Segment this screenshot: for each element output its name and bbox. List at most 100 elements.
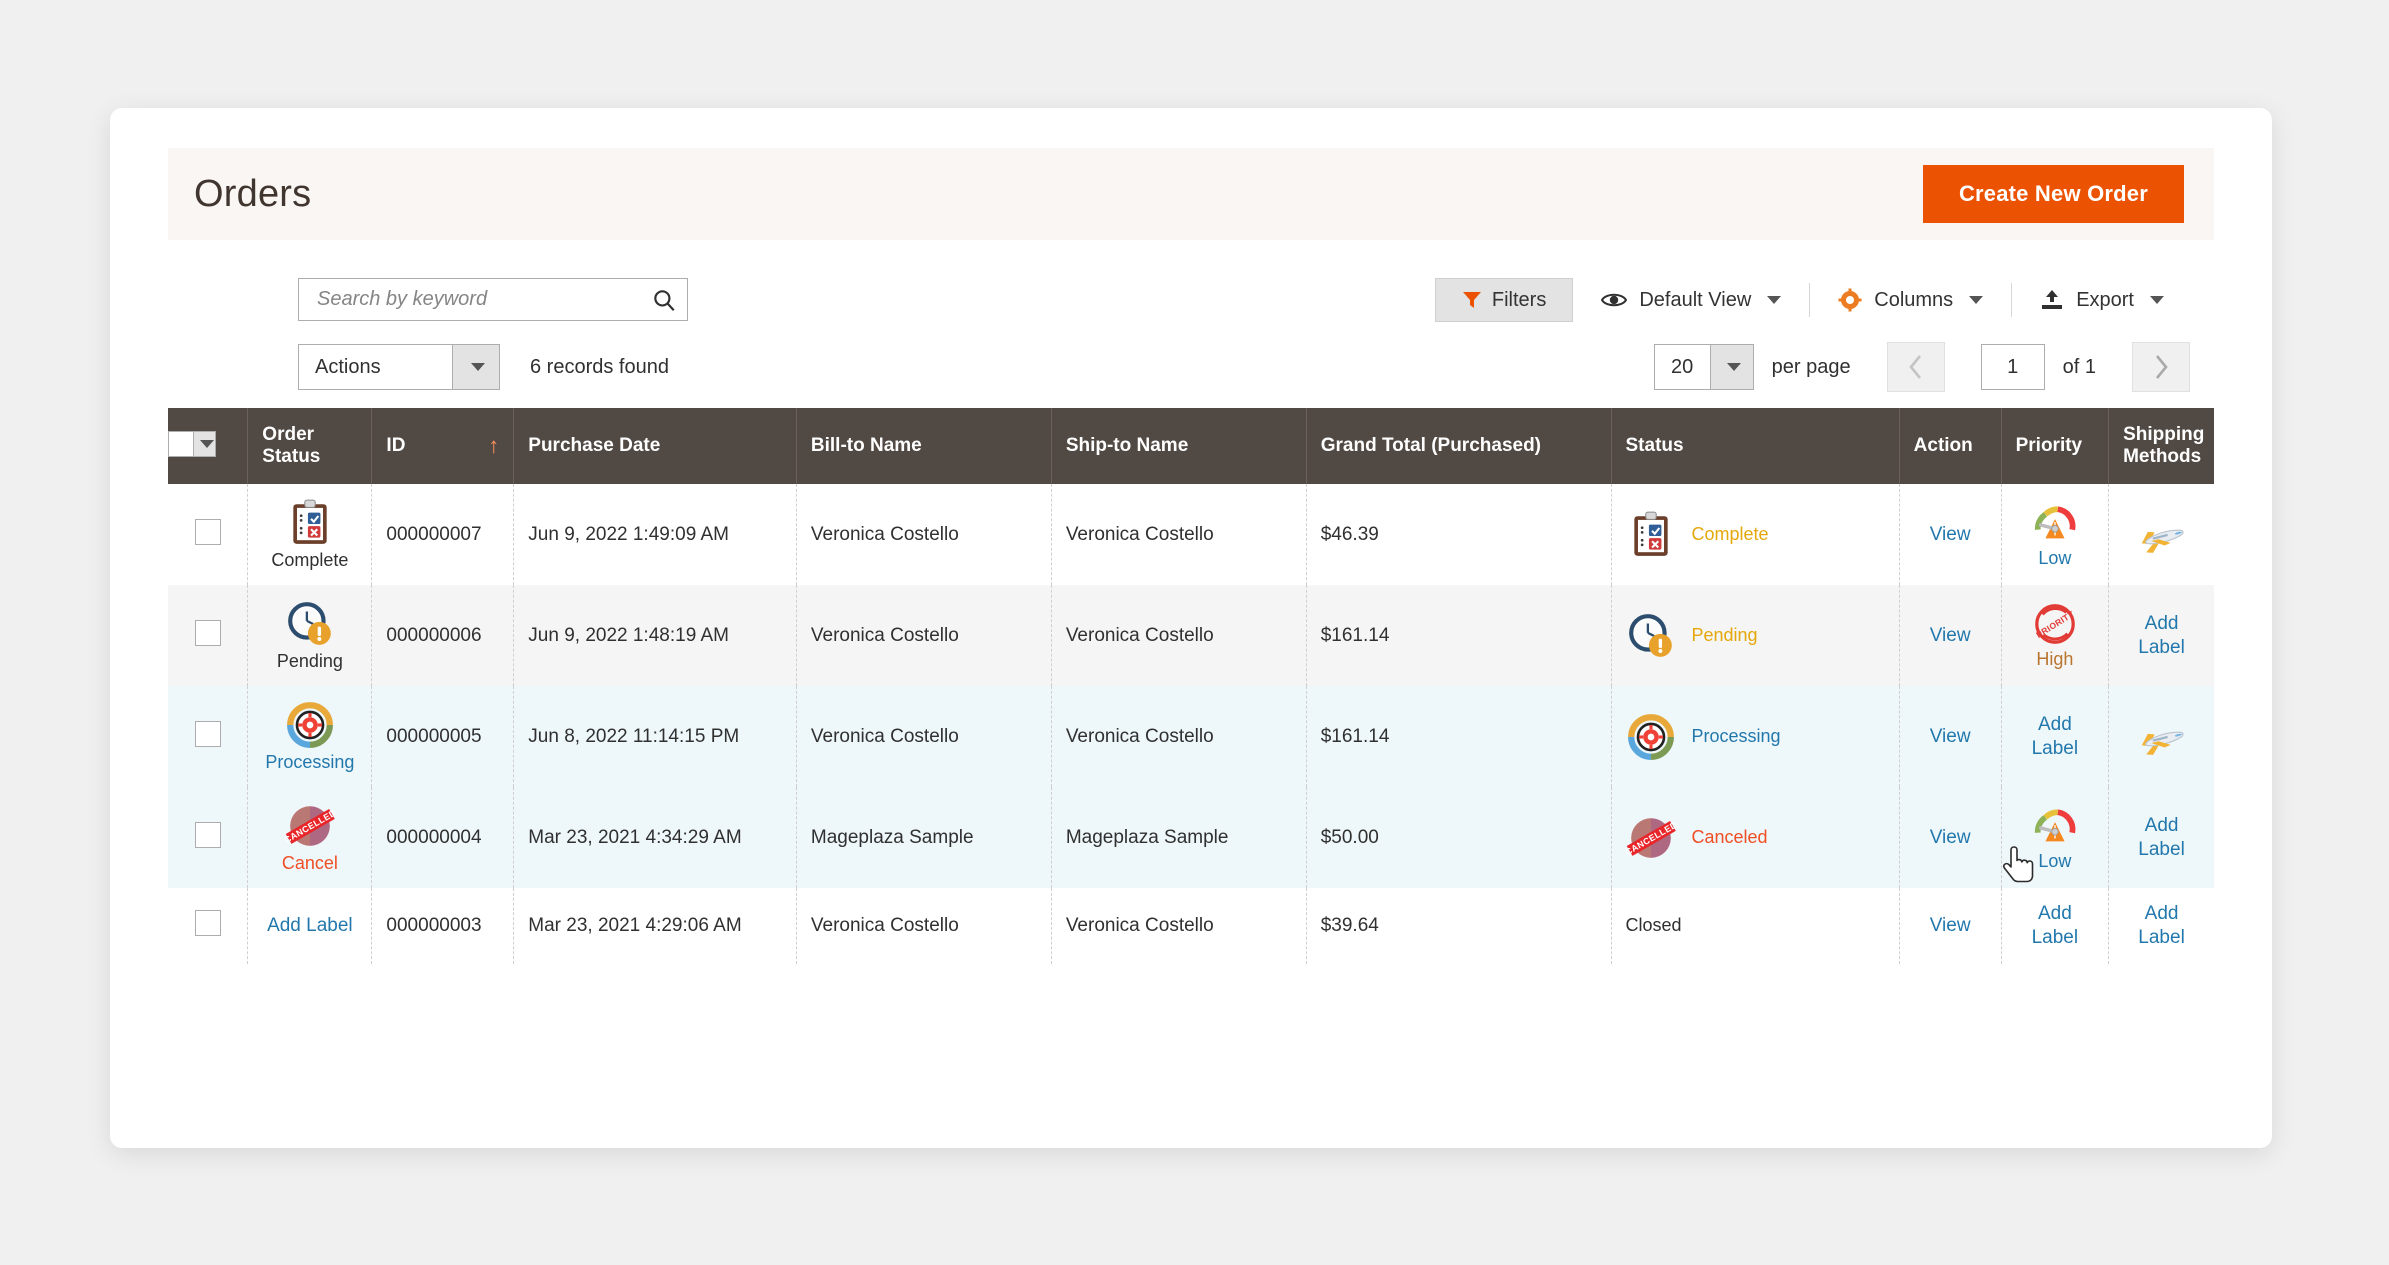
column-header-shipping-methods[interactable]: Shipping Methods: [2108, 408, 2214, 484]
view-link[interactable]: View: [1930, 915, 1971, 936]
add-label-link[interactable]: Add Label: [2123, 814, 2200, 862]
table-row[interactable]: CANCELLED Cancel 000000004 Mar 23, 2021 4:3…: [168, 787, 2214, 888]
priority-label: Low: [2038, 548, 2072, 568]
row-select-cell[interactable]: [168, 484, 249, 585]
cell-ship-to-name: Veronica Costello: [1051, 484, 1307, 585]
row-select-cell[interactable]: [168, 686, 249, 787]
cell-bill-to-name: Veronica Costello: [796, 888, 1052, 964]
cell-order-status[interactable]: Processing: [247, 686, 373, 787]
view-link[interactable]: View: [1930, 524, 1971, 545]
cell-shipping-methods[interactable]: [2108, 686, 2214, 787]
page-number-input[interactable]: [1980, 344, 2045, 390]
status-label: Complete: [1691, 524, 1769, 544]
cell-status: Closed: [1611, 888, 1900, 964]
cell-action[interactable]: View: [1899, 484, 2002, 585]
column-header-purchase-date[interactable]: Purchase Date: [513, 408, 797, 484]
cell-action[interactable]: View: [1899, 585, 2002, 686]
filters-button[interactable]: Filters: [1434, 278, 1574, 322]
view-link[interactable]: View: [1930, 625, 1971, 646]
view-link[interactable]: View: [1930, 726, 1971, 747]
column-header-status[interactable]: Status: [1611, 408, 1900, 484]
column-header-bill-to-name[interactable]: Bill-to Name: [796, 408, 1052, 484]
page-total-label: of 1: [2062, 355, 2096, 378]
cell-id: 000000007: [371, 484, 515, 585]
per-page-arrow[interactable]: [1709, 345, 1753, 389]
clock-alert-icon: [287, 602, 331, 645]
row-checkbox[interactable]: [194, 518, 221, 545]
search-icon[interactable]: [651, 287, 677, 313]
row-checkbox[interactable]: [194, 619, 221, 646]
row-select-cell[interactable]: [168, 585, 249, 686]
cell-shipping-methods[interactable]: Add Label: [2108, 888, 2214, 964]
actions-select[interactable]: Actions: [298, 344, 500, 390]
cell-order-status[interactable]: Pending: [247, 585, 373, 686]
cell-action[interactable]: View: [1899, 888, 2002, 964]
cell-priority[interactable]: Low: [2001, 484, 2110, 585]
add-label-link[interactable]: Add Label: [2123, 902, 2200, 950]
cell-grand-total: $161.14: [1306, 585, 1612, 686]
cell-status: Pending: [1611, 585, 1900, 686]
gear-cycle-icon: [286, 702, 333, 748]
row-checkbox[interactable]: [194, 821, 221, 848]
column-header-grand-total[interactable]: Grand Total (Purchased): [1306, 408, 1612, 484]
cell-grand-total: $39.64: [1306, 888, 1612, 964]
row-checkbox[interactable]: [194, 909, 221, 936]
row-select-cell[interactable]: [168, 888, 249, 964]
row-select-cell[interactable]: [168, 787, 249, 888]
select-all-control[interactable]: [168, 431, 216, 457]
table-row[interactable]: Complete 000000007 Jun 9, 2022 1:49:09 AM V…: [168, 484, 2214, 585]
create-new-order-button[interactable]: Create New Order: [1922, 165, 2184, 223]
page-title: Orders: [194, 172, 312, 215]
add-label-link[interactable]: Add Label: [2123, 612, 2200, 660]
cell-id: 000000006: [371, 585, 515, 686]
cell-order-status[interactable]: Add Label: [247, 888, 373, 964]
column-header-priority[interactable]: Priority: [2001, 408, 2110, 484]
cell-action[interactable]: View: [1899, 686, 2002, 787]
cell-shipping-methods[interactable]: Add Label: [2108, 585, 2214, 686]
search-input[interactable]: [315, 287, 651, 312]
cell-shipping-methods[interactable]: Add Label: [2108, 787, 2214, 888]
status-indicator: Closed: [1626, 915, 1885, 936]
cell-priority[interactable]: Low: [2001, 787, 2110, 888]
select-all-dropdown[interactable]: [194, 431, 216, 457]
table-row[interactable]: Processing 000000005 Jun 8, 2022 11:14:15 …: [168, 686, 2214, 787]
cell-shipping-methods[interactable]: [2108, 484, 2214, 585]
priority-label: High: [2036, 649, 2074, 669]
row-checkbox[interactable]: [194, 720, 221, 747]
grid-toolbar-top: Filters Default View: [168, 268, 2214, 338]
default-view-dropdown[interactable]: Default View: [1573, 285, 1809, 315]
gear-cycle-icon: [1627, 713, 1674, 760]
header-select-all[interactable]: [168, 408, 249, 484]
column-header-action[interactable]: Action: [1899, 408, 2002, 484]
column-header-order-status[interactable]: Order Status: [247, 408, 373, 484]
select-all-checkbox[interactable]: [168, 431, 194, 457]
cell-priority[interactable]: PRIORITY High: [2001, 585, 2110, 686]
table-row[interactable]: Add Label 000000003 Mar 23, 2021 4:29:06 A…: [168, 888, 2214, 964]
view-link[interactable]: View: [1930, 827, 1971, 848]
cell-priority[interactable]: Add Label: [2001, 686, 2110, 787]
export-dropdown[interactable]: Export: [2012, 285, 2192, 315]
cell-priority[interactable]: Add Label: [2001, 888, 2110, 964]
cell-status: Processing: [1611, 686, 1900, 787]
actions-select-arrow[interactable]: [452, 345, 499, 389]
previous-page-button[interactable]: [1886, 342, 1945, 392]
add-label-link[interactable]: Add Label: [267, 915, 353, 936]
cancelled-stamp-icon: CANCELLED: [285, 806, 335, 846]
priority-indicator: Low: [2016, 803, 2095, 872]
columns-dropdown[interactable]: Columns: [1810, 285, 2011, 315]
add-label-link[interactable]: Add Label: [2016, 713, 2095, 761]
status-indicator: Pending: [1626, 611, 1885, 661]
column-header-ship-to-name[interactable]: Ship-to Name: [1051, 408, 1307, 484]
orders-page-card: Orders Create New Order Filters: [110, 108, 2272, 1148]
cell-order-status[interactable]: CANCELLED Cancel: [247, 787, 373, 888]
cell-status: Complete: [1611, 484, 1900, 585]
add-label-link[interactable]: Add Label: [2016, 902, 2095, 950]
cell-order-status[interactable]: Complete: [247, 484, 373, 585]
chevron-down-icon: [199, 440, 214, 448]
next-page-button[interactable]: [2132, 342, 2190, 392]
table-row[interactable]: Pending 000000006 Jun 9, 2022 1:48:19 AM Ve…: [168, 585, 2214, 686]
per-page-select[interactable]: 20: [1653, 344, 1754, 390]
column-header-id[interactable]: ID ↑: [371, 408, 515, 484]
cell-action[interactable]: View: [1899, 787, 2002, 888]
search-box[interactable]: [298, 278, 688, 321]
